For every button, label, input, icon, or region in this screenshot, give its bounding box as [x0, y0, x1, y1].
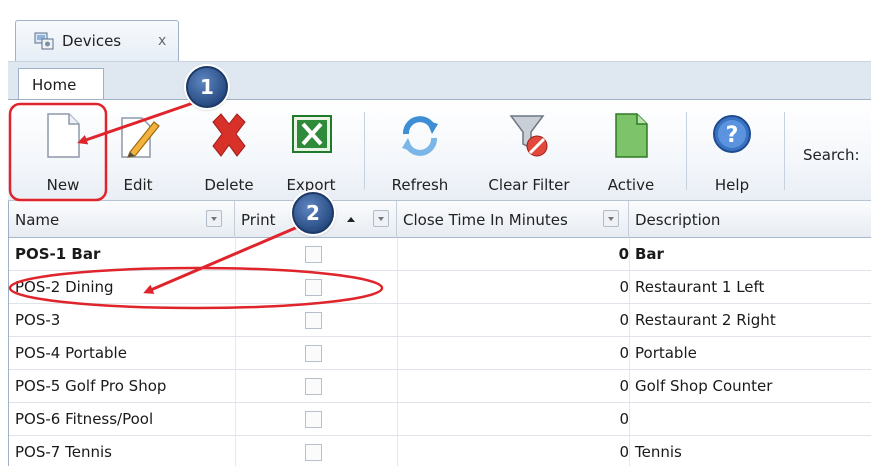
delete-button-label: Delete — [204, 176, 254, 194]
close-time-cell: 0 — [619, 443, 629, 461]
device-name-cell: POS-5 Golf Pro Shop — [15, 377, 167, 395]
table-row[interactable]: POS-7 Tennis 0 Tennis — [9, 436, 871, 469]
description-cell: Bar — [635, 245, 664, 263]
filter-dropdown-icon[interactable] — [373, 210, 389, 227]
clear-filter-funnel-icon — [509, 115, 548, 157]
column-header-name[interactable]: Name — [9, 201, 235, 238]
refresh-arrows-icon — [402, 116, 438, 156]
description-cell: Golf Shop Counter — [635, 377, 773, 395]
column-close-time-label: Close Time In Minutes — [403, 211, 568, 229]
device-name-cell: POS-1 Bar — [15, 245, 101, 263]
ribbon-tab-row: Home — [8, 62, 871, 101]
excel-icon — [292, 115, 332, 153]
svg-text:?: ? — [726, 123, 739, 148]
print-checkbox[interactable] — [305, 246, 322, 263]
filter-dropdown-icon[interactable] — [206, 210, 222, 227]
column-name-label: Name — [15, 211, 60, 229]
print-checkbox[interactable] — [305, 312, 322, 329]
table-row[interactable]: POS-6 Fitness/Pool 0 — [9, 403, 871, 436]
close-time-cell: 0 — [619, 377, 629, 395]
device-name-cell: POS-7 Tennis — [15, 443, 112, 461]
ribbon-toolbar: New Edit Delete Export Refresh Clear Fil… — [8, 99, 871, 201]
clear-filter-button-label: Clear Filter — [488, 176, 570, 194]
table-row[interactable]: POS-1 Bar 0 Bar — [9, 238, 871, 271]
active-document-icon — [615, 113, 648, 158]
devices-window: Devices x Home New Edit Delete Export Re… — [0, 0, 871, 466]
column-header-description[interactable]: Description — [629, 201, 871, 238]
close-time-cell: 0 — [619, 410, 629, 428]
edit-button-label: Edit — [123, 176, 153, 194]
step-2-badge: 2 — [292, 192, 334, 234]
table-row[interactable]: POS-3 0 Restaurant 2 Right — [9, 304, 871, 337]
table-row[interactable]: POS-5 Golf Pro Shop 0 Golf Shop Counter — [9, 370, 871, 403]
device-name-cell: POS-3 — [15, 311, 61, 329]
description-cell: Restaurant 2 Right — [635, 311, 776, 329]
description-cell: Portable — [635, 344, 697, 362]
document-tab-strip: Devices x — [0, 0, 871, 62]
tab-home[interactable]: Home — [18, 68, 104, 101]
device-name-cell: POS-6 Fitness/Pool — [15, 410, 154, 428]
refresh-button[interactable]: Refresh — [380, 100, 460, 200]
sort-ascending-icon — [347, 217, 355, 222]
table-row[interactable]: POS-2 Dining 0 Restaurant 1 Left — [9, 271, 871, 304]
ribbon-separator — [784, 112, 785, 190]
device-name-cell: POS-2 Dining — [15, 278, 114, 296]
description-cell: Tennis — [635, 443, 682, 461]
print-checkbox[interactable] — [305, 345, 322, 362]
search-label: Search: — [803, 146, 860, 164]
device-name-cell: POS-4 Portable — [15, 344, 127, 362]
grid-header: Name Print Close Time In Minutes Descrip… — [9, 201, 871, 238]
export-button[interactable]: Export — [276, 100, 346, 200]
new-button-label: New — [46, 176, 80, 194]
edit-button[interactable]: Edit — [108, 100, 168, 200]
close-time-cell: 0 — [618, 245, 629, 263]
filter-dropdown-icon[interactable] — [603, 210, 619, 227]
ribbon-separator — [364, 112, 365, 190]
devices-document-tab[interactable]: Devices x — [15, 20, 179, 62]
devices-tab-label: Devices — [62, 32, 122, 50]
edit-pencil-icon — [121, 117, 160, 158]
print-checkbox[interactable] — [305, 378, 322, 395]
print-checkbox[interactable] — [305, 279, 322, 296]
help-question-icon: ? — [713, 115, 751, 153]
help-button[interactable]: ? Help — [700, 100, 764, 200]
close-time-cell: 0 — [619, 311, 629, 329]
column-print-label: Print — [241, 211, 276, 229]
active-button-label: Active — [607, 176, 655, 194]
close-time-cell: 0 — [619, 344, 629, 362]
new-document-icon — [47, 113, 80, 158]
table-row[interactable]: POS-4 Portable 0 Portable — [9, 337, 871, 370]
delete-x-icon — [212, 113, 246, 157]
description-cell: Restaurant 1 Left — [635, 278, 765, 296]
active-button[interactable]: Active — [596, 100, 666, 200]
devices-grid: Name Print Close Time In Minutes Descrip… — [8, 201, 871, 466]
tab-home-label: Home — [32, 76, 77, 94]
ribbon-separator — [686, 112, 687, 190]
delete-button[interactable]: Delete — [194, 100, 264, 200]
column-description-label: Description — [635, 211, 721, 229]
print-checkbox[interactable] — [305, 444, 322, 461]
refresh-button-label: Refresh — [391, 176, 449, 194]
devices-icon — [34, 32, 54, 50]
step-1-badge: 1 — [186, 66, 228, 108]
clear-filter-button[interactable]: Clear Filter — [474, 100, 584, 200]
help-button-label: Help — [714, 176, 750, 194]
new-button[interactable]: New — [22, 100, 104, 200]
close-time-cell: 0 — [619, 278, 629, 296]
column-header-close-time[interactable]: Close Time In Minutes — [397, 201, 629, 238]
close-icon[interactable]: x — [158, 33, 166, 49]
print-checkbox[interactable] — [305, 411, 322, 428]
